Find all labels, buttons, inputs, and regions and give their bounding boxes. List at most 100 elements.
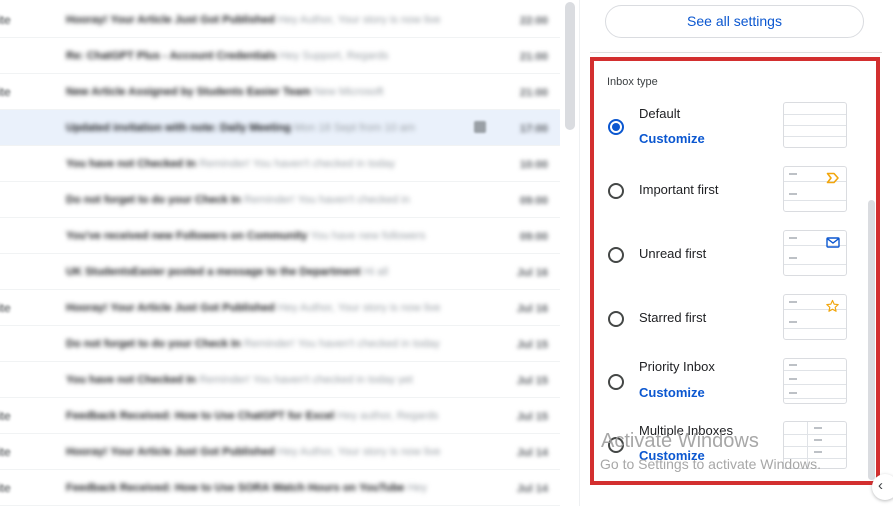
row-subject: Feedback Received: How to Use SORA Watch… [66,483,405,493]
option-label-default[interactable]: Default [639,106,680,121]
panel-divider [579,0,580,506]
row-prefix: ite [0,481,11,495]
row-subject: Do not forget to do your Check In [66,195,241,205]
row-snippet: You have new followers [310,231,426,241]
mail-row[interactable]: Do not forget to do your Check In Remind… [0,326,560,362]
settings-scrollbar[interactable] [868,200,875,480]
row-text: Feedback Received: How to Use SORA Watch… [66,483,456,493]
envelope-icon [826,237,840,250]
row-subject: You've received new Followers on Communi… [66,231,308,241]
row-date: 21:00 [519,51,548,63]
option-label-starred-first[interactable]: Starred first [639,310,706,325]
row-text: UK StudentsEasier posted a message to th… [66,267,456,277]
row-prefix: ite [0,445,11,459]
row-text: Do not forget to do your Check In Remind… [66,339,456,349]
priority-inbox-preview [783,358,847,404]
option-label-unread-first[interactable]: Unread first [639,246,706,261]
row-text: You've received new Followers on Communi… [66,231,456,241]
radio-priority-inbox[interactable] [608,374,624,390]
option-label-priority-inbox[interactable]: Priority Inbox [639,359,715,374]
row-subject: You have not Checked In [66,375,196,385]
chevron-left-icon: ‹ [878,477,883,494]
row-date: 09:00 [519,195,548,207]
row-text: Hooray! Your Article Just Got Published … [66,15,456,25]
mail-row[interactable]: ite Feedback Received: How to Use SORA W… [0,470,560,506]
row-snippet: New Microsoft [313,87,384,97]
row-subject: Hooray! Your Article Just Got Published [66,15,275,25]
important-first-preview [783,166,847,212]
mail-list-scrollbar[interactable] [565,2,575,130]
mail-row[interactable]: Do not forget to do your Check In Remind… [0,182,560,218]
customize-default-link[interactable]: Customize [639,131,705,146]
mail-row[interactable]: ite Feedback Received: How to Use ChatGP… [0,398,560,434]
radio-starred-first[interactable] [608,311,624,327]
row-text: Do not forget to do your Check In Remind… [66,195,456,205]
mail-row[interactable]: Updated invitation with note: Daily Meet… [0,110,560,146]
option-label-important-first[interactable]: Important first [639,182,718,197]
row-subject: Feedback Received: How to Use ChatGPT fo… [66,411,335,421]
starred-first-preview [783,294,847,340]
row-snippet: Hey Author, Your story is now live [277,447,441,457]
inbox-type-heading: Inbox type [607,76,658,88]
radio-important-first[interactable] [608,183,624,199]
calendar-icon[interactable] [474,121,486,133]
row-subject: Updated invitation with note: Daily Meet… [66,123,291,133]
row-subject: Do not forget to do your Check In [66,339,241,349]
row-date: Jul 15 [516,375,548,387]
row-date: 22:00 [519,15,548,27]
row-date: 17:00 [519,123,548,135]
row-prefix: ite [0,85,11,99]
mail-row[interactable]: UK StudentsEasier posted a message to th… [0,254,560,290]
star-icon [825,299,840,315]
row-snippet: Mon 18 Sept from 10 am [293,123,416,133]
row-prefix: ite [0,301,11,315]
activate-windows-subtitle: Go to Settings to activate Windows. [600,456,821,472]
activate-windows-title: Activate Windows [601,430,759,452]
row-snippet: Hey Support, Regards [279,51,389,61]
row-snippet: Hi all [363,267,389,277]
row-text: Hooray! Your Article Just Got Published … [66,447,456,457]
important-marker-icon [826,172,840,186]
row-date: Jul 14 [516,447,548,459]
row-text: Feedback Received: How to Use ChatGPT fo… [66,411,456,421]
row-prefix: ite [0,409,11,423]
unread-first-preview [783,230,847,276]
row-snippet: Hey Author, Your story is now live [277,15,441,25]
mail-row[interactable]: You have not Checked In Reminder! You ha… [0,146,560,182]
row-prefix: ite [0,13,11,27]
row-snippet: Reminder! You haven't checked in [243,195,410,205]
row-date: Jul 15 [516,411,548,423]
mail-row[interactable]: Re: ChatGPT Plus - Account Credentials H… [0,38,560,74]
see-all-settings-button[interactable]: See all settings [605,5,864,38]
row-subject: Re: ChatGPT Plus - Account Credentials [66,51,277,61]
row-text: Hooray! Your Article Just Got Published … [66,303,456,313]
row-date: Jul 16 [516,267,548,279]
radio-default[interactable] [608,119,624,135]
row-date: Jul 14 [516,483,548,495]
row-text: You have not Checked In Reminder! You ha… [66,159,456,169]
mail-list: ite Hooray! Your Article Just Got Publis… [0,0,578,506]
row-date: Jul 15 [516,339,548,351]
mail-row[interactable]: ite New Article Assigned by Students Eas… [0,74,560,110]
mail-row[interactable]: You've received new Followers on Communi… [0,218,560,254]
customize-priority-inbox-link[interactable]: Customize [639,385,705,400]
mail-row[interactable]: ite Hooray! Your Article Just Got Publis… [0,2,560,38]
row-date: 09:00 [519,231,548,243]
row-text: Re: ChatGPT Plus - Account Credentials H… [66,51,456,61]
mail-row[interactable]: You have not Checked In Reminder! You ha… [0,362,560,398]
row-date: Jul 16 [516,303,548,315]
mail-row[interactable]: ite Hooray! Your Article Just Got Publis… [0,434,560,470]
mail-row[interactable]: ite Hooray! Your Article Just Got Publis… [0,290,560,326]
collapse-panel-button[interactable]: ‹ [872,474,893,500]
row-snippet: Hey Author, Your story is now live [277,303,441,313]
row-text: New Article Assigned by Students Easier … [66,87,456,97]
inbox-type-section: Inbox type Default Customize Important f… [590,57,880,485]
row-subject: New Article Assigned by Students Easier … [66,87,311,97]
row-snippet: Reminder! You haven't checked in today [199,159,396,169]
row-text: You have not Checked In Reminder! You ha… [66,375,456,385]
row-text: Updated invitation with note: Daily Meet… [66,123,456,133]
row-date: 10:00 [519,159,548,171]
radio-unread-first[interactable] [608,247,624,263]
row-subject: UK StudentsEasier posted a message to th… [66,267,361,277]
row-snippet: Hey author, Regards [337,411,439,421]
